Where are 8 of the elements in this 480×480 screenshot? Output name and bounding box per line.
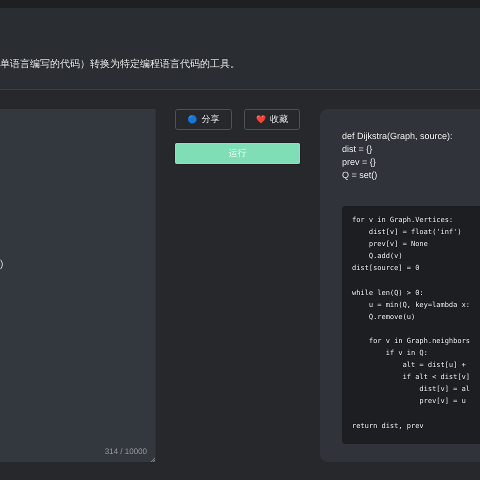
resize-handle-icon[interactable] <box>150 457 155 462</box>
description-text: 单语言编写的代码）转换为特定编程语言代码的工具。 <box>0 58 240 70</box>
output-text: def Dijkstra(Graph, source): dist = {} prev = {} Q = set() <box>342 130 454 182</box>
share-button[interactable]: 🔵 分享 <box>175 109 232 130</box>
code-input-field[interactable]: ) 314 / 10000 <box>0 109 156 462</box>
input-text: ) <box>0 259 4 270</box>
character-counter: 314 / 10000 <box>104 447 147 456</box>
favorite-button[interactable]: ❤ 收藏 <box>244 109 300 130</box>
